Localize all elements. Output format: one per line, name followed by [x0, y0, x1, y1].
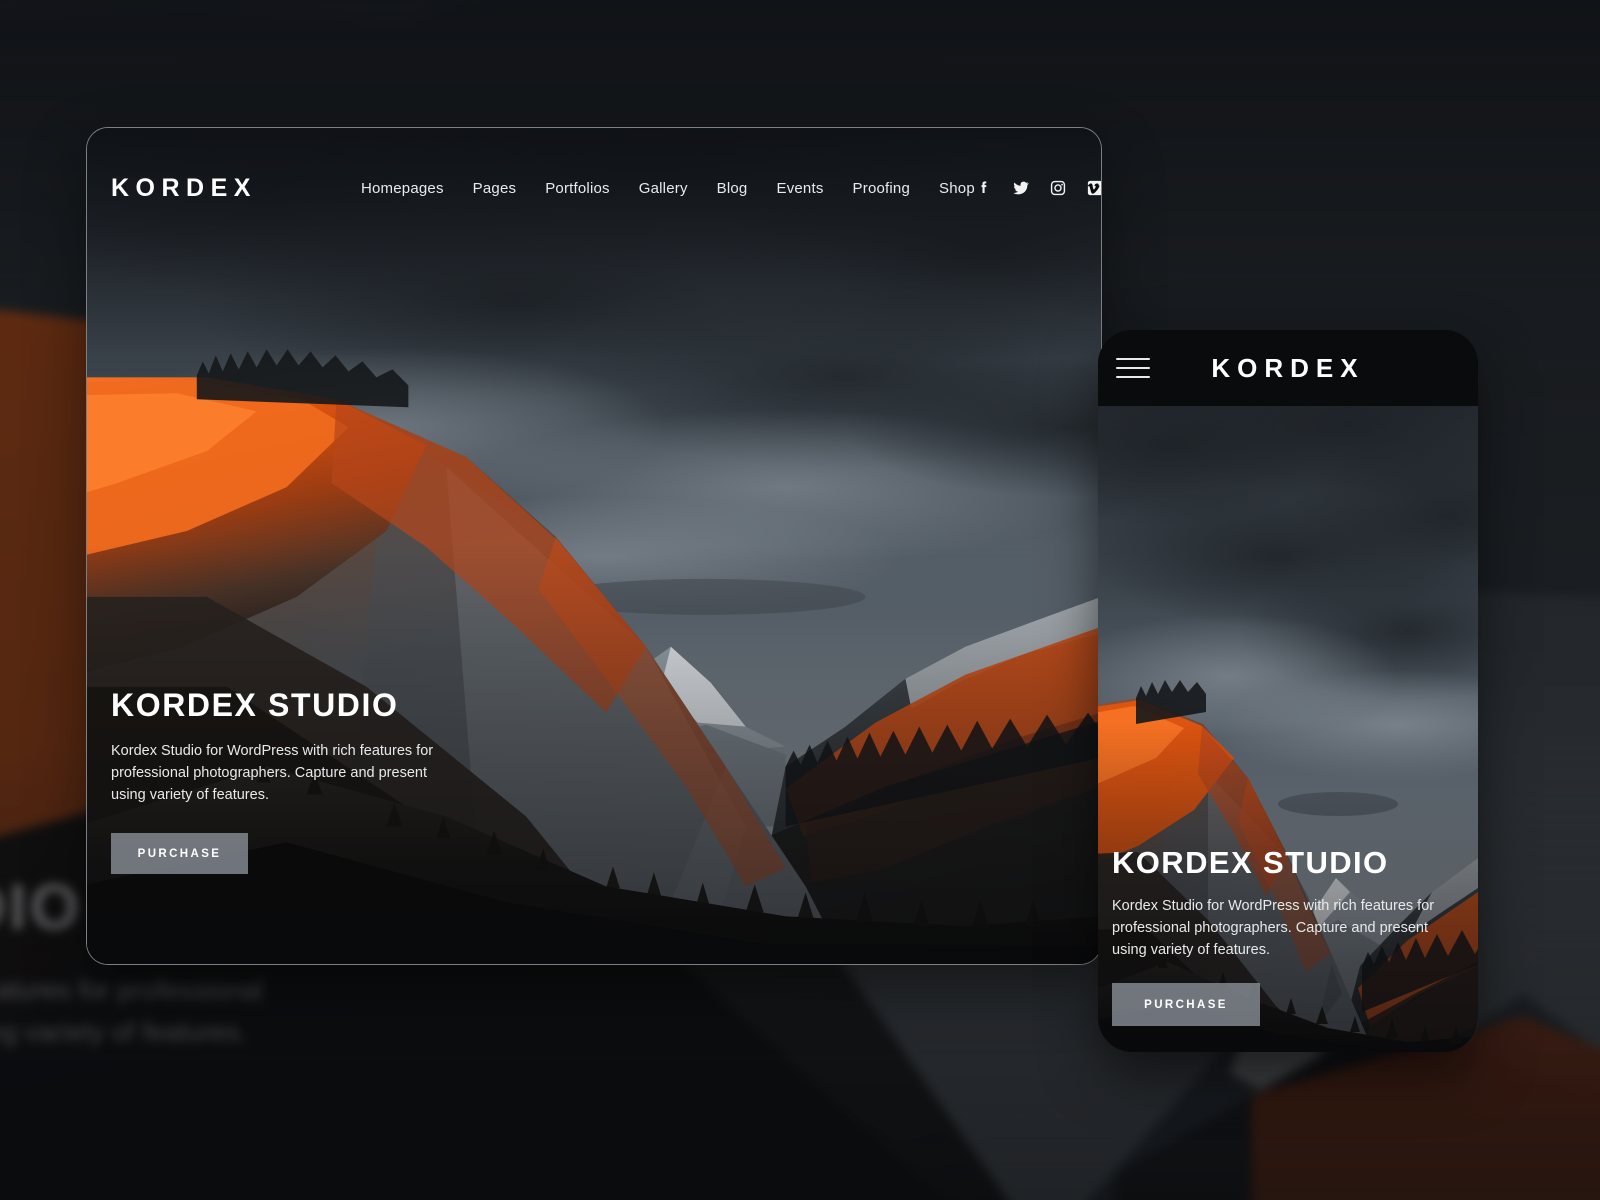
- mobile-hero-image: KORDEX STUDIO Kordex Studio for WordPres…: [1098, 406, 1478, 1052]
- twitter-icon[interactable]: [1012, 179, 1030, 197]
- nav-item-gallery[interactable]: Gallery: [639, 180, 688, 197]
- nav-item-pages[interactable]: Pages: [473, 180, 517, 197]
- mobile-mockup-device: KORDEX KORDEX STUDIO Kordex Studio for W…: [1098, 330, 1478, 1052]
- mobile-hero-content: KORDEX STUDIO Kordex Studio for WordPres…: [1112, 845, 1464, 1026]
- nav-item-blog[interactable]: Blog: [717, 180, 748, 197]
- hero-title: KORDEX STUDIO: [111, 686, 399, 723]
- desktop-hero-content: KORDEX STUDIO Kordex Studio for WordPres…: [111, 687, 671, 874]
- nav-item-events[interactable]: Events: [776, 180, 823, 197]
- mobile-hero-description: Kordex Studio for WordPress with rich fe…: [1112, 897, 1435, 958]
- mobile-hero-title: KORDEX STUDIO: [1112, 844, 1389, 880]
- mobile-navbar: KORDEX: [1098, 330, 1478, 406]
- nav-item-homepages[interactable]: Homepages: [361, 180, 444, 197]
- desktop-mockup-card: KORDEX Homepages Pages Portfolios Galler…: [86, 127, 1102, 965]
- social-links: [975, 179, 1101, 197]
- vimeo-icon[interactable]: [1086, 179, 1101, 197]
- main-nav: Homepages Pages Portfolios Gallery Blog …: [361, 180, 975, 197]
- purchase-button[interactable]: PURCHASE: [111, 833, 248, 874]
- hero-description: Kordex Studio for WordPress with rich fe…: [111, 742, 434, 803]
- desktop-navbar: KORDEX Homepages Pages Portfolios Galler…: [87, 128, 1101, 248]
- nav-item-proofing[interactable]: Proofing: [853, 180, 910, 197]
- site-logo[interactable]: KORDEX: [111, 174, 257, 203]
- mobile-site-logo[interactable]: KORDEX: [1098, 353, 1478, 384]
- nav-item-portfolios[interactable]: Portfolios: [545, 180, 610, 197]
- nav-item-shop[interactable]: Shop: [939, 180, 975, 197]
- facebook-icon[interactable]: [975, 179, 993, 197]
- mobile-purchase-button[interactable]: PURCHASE: [1112, 983, 1260, 1026]
- background-hero-body: Kordex Studio for WordPress with rich fe…: [0, 975, 263, 1047]
- instagram-icon[interactable]: [1049, 179, 1067, 197]
